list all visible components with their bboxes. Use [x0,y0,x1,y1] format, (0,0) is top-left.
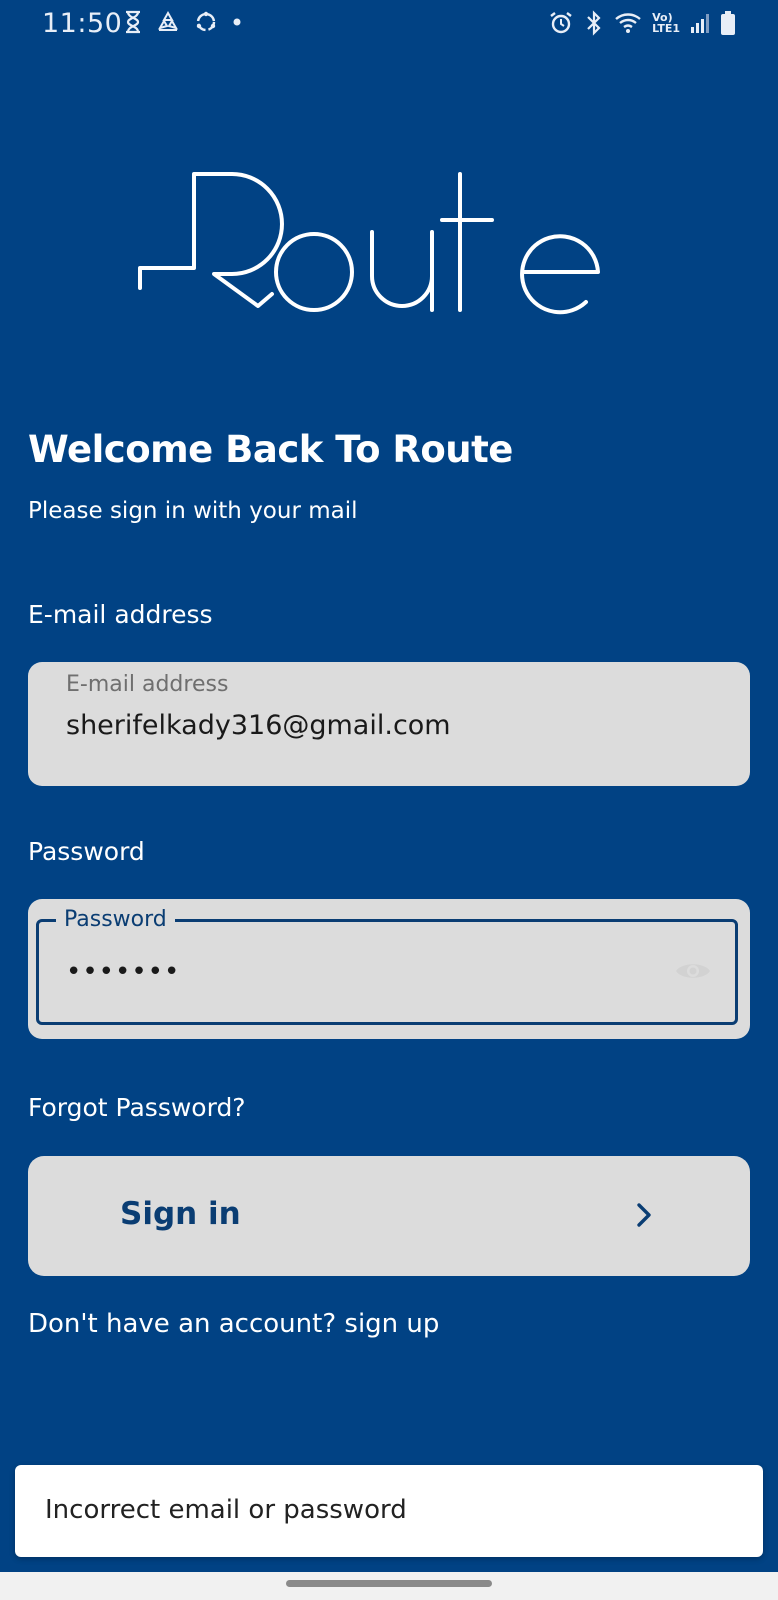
status-left-icons [124,10,242,34]
snackbar-message: Incorrect email or password [45,1495,407,1525]
email-floating-label: E-mail address [66,672,229,697]
status-time: 11:50 [42,8,123,39]
wifi-icon [614,11,642,35]
volte-icon: Vo) LTE1 [652,12,680,34]
forgot-password-link[interactable]: Forgot Password? [28,1093,246,1122]
chevron-right-icon [636,1202,652,1232]
sign-in-button[interactable]: Sign in [28,1156,750,1276]
dot-icon [232,17,242,27]
recycle-icon [156,10,180,34]
alarm-icon [548,10,574,36]
volte-line2: LTE1 [652,22,680,35]
home-indicator[interactable] [286,1580,492,1587]
status-bar: 11:50 Vo) LTE1 [0,0,778,48]
signal-icon [690,11,710,35]
route-logo-mark [138,172,600,315]
error-snackbar: Incorrect email or password [15,1465,763,1557]
battery-icon [720,10,736,36]
password-label: Password [28,837,145,866]
password-floating-label: Password [56,907,175,932]
password-field[interactable]: Password ••••••• [28,899,750,1039]
page-title: Welcome Back To Route [28,428,513,471]
email-value[interactable]: sherifelkady316@gmail.com [66,710,451,741]
email-field[interactable]: E-mail address sherifelkady316@gmail.com [28,662,750,786]
sign-in-label: Sign in [120,1196,241,1232]
password-value[interactable]: ••••••• [66,957,180,987]
email-label: E-mail address [28,600,213,629]
eye-icon[interactable] [674,959,712,987]
hourglass-icon [124,10,142,34]
system-nav-bar [0,1572,778,1600]
status-right-icons: Vo) LTE1 [548,10,736,36]
page-subtitle: Please sign in with your mail [28,498,358,524]
bluetooth-icon [584,10,604,36]
route-logo [136,168,616,328]
sign-up-link[interactable]: Don't have an account? sign up [28,1309,439,1339]
sync-icon [194,10,218,34]
